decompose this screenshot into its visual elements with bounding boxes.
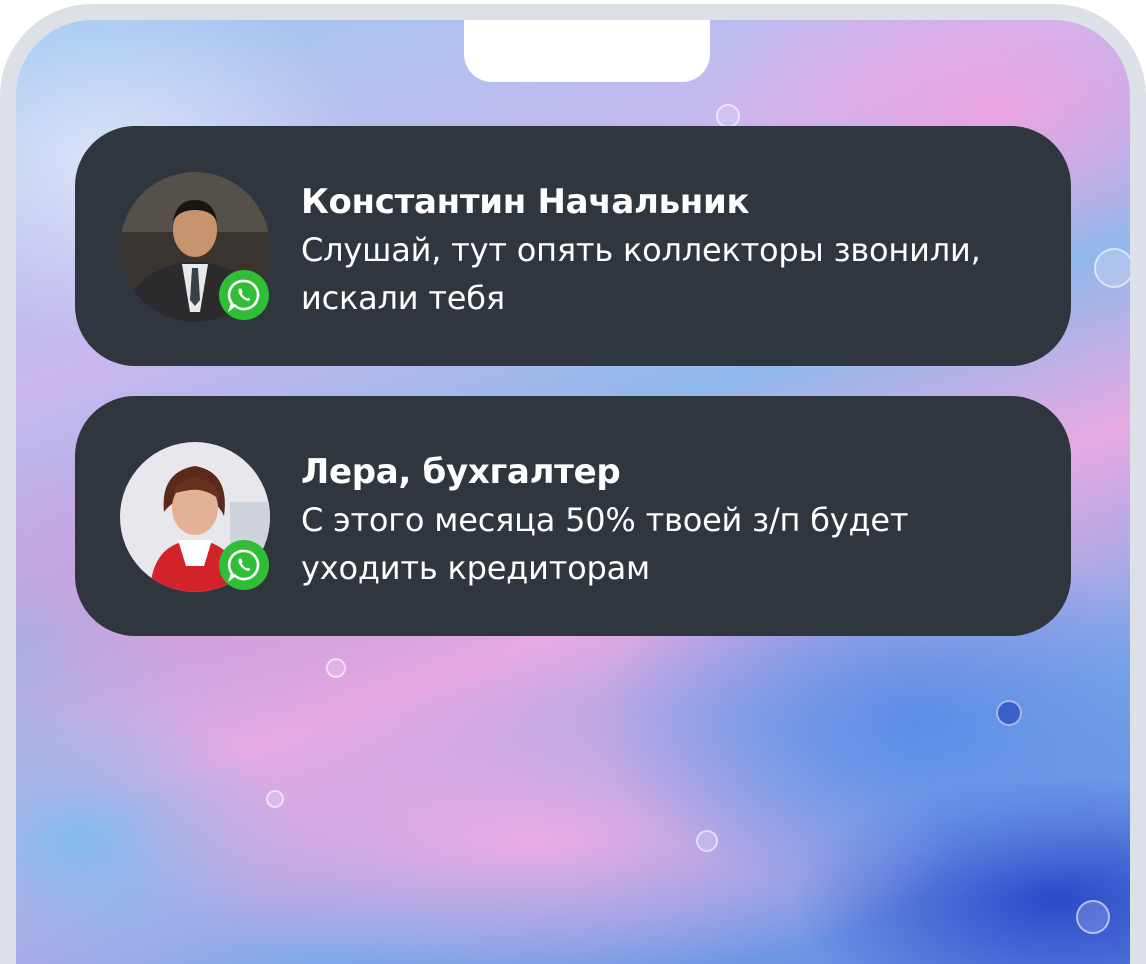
notification-text: Константин Начальник Слушай, тут опять к… <box>301 178 1041 322</box>
whatsapp-icon <box>219 540 269 590</box>
sender-name: Лера, бухгалтер <box>301 452 621 492</box>
whatsapp-icon <box>219 270 269 320</box>
wallpaper-bubble <box>266 790 284 808</box>
message-line: уходить кредиторам <box>301 549 650 587</box>
message-line: С этого месяца 50% твоей з/п будет <box>301 501 909 539</box>
wallpaper-bubble <box>1094 248 1130 288</box>
wallpaper-bubble <box>996 700 1022 726</box>
wallpaper-bubble <box>716 104 740 128</box>
wallpaper-bubble <box>326 658 346 678</box>
sender-name: Константин Начальник <box>301 182 750 222</box>
notification-card[interactable]: Лера, бухгалтер С этого месяца 50% твоей… <box>75 396 1071 636</box>
message-line: искали тебя <box>301 279 505 317</box>
notification-card[interactable]: Константин Начальник Слушай, тут опять к… <box>75 126 1071 366</box>
wallpaper-bubble <box>1076 900 1110 934</box>
wallpaper-bubble <box>696 830 718 852</box>
notification-text: Лера, бухгалтер С этого месяца 50% твоей… <box>301 448 1041 592</box>
phone-notch <box>464 20 710 82</box>
message-line: Слушай, тут опять коллекторы звонили, <box>301 231 981 269</box>
